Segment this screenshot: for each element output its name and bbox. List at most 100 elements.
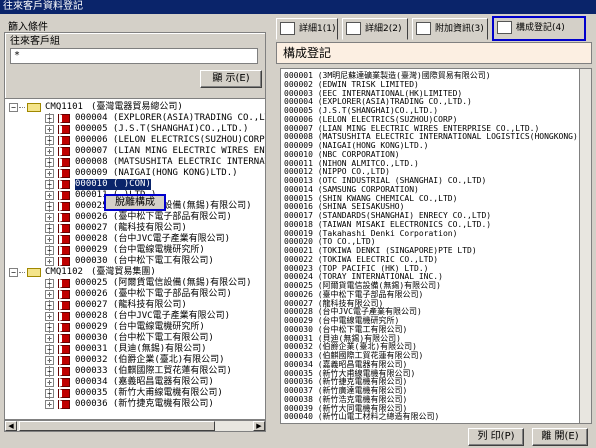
right-panel: 詳細1(1) 詳細2(2) 附加資訊(3) 構成登記(4) 構成登記 000001 (… [272, 14, 596, 448]
tree-item-label: 000004 (EXPLORER(ASIA)TRADING CO.,LTD.) [75, 113, 266, 123]
tree-item-row[interactable]: +000029 (台中電線電機研究所) [5, 245, 265, 256]
book-icon [59, 246, 70, 255]
tree-group-row[interactable]: − CMQ1101 (臺灣電器貿易總公司) [5, 102, 265, 113]
group-code: CMQ1102 [45, 267, 83, 277]
book-icon [59, 323, 70, 332]
tree-item-label: 000009 (NAIGAI(HONG KONG)LTD.) [75, 168, 238, 178]
memo-icon [416, 22, 431, 35]
tree-item-row[interactable]: +000030 (台中松下電工有限公司) [5, 333, 265, 344]
tree-group-row[interactable]: − CMQ1102 (臺灣貿易集團) [5, 267, 265, 278]
composition-vertical-scrollbar[interactable] [579, 69, 591, 423]
tab-1[interactable]: 詳細1(1) [276, 18, 338, 40]
tree-connector [19, 107, 25, 108]
tree-item-row[interactable]: +000029 (台中電線電機研究所) [5, 322, 265, 333]
book-icon [59, 158, 70, 167]
collapse-icon[interactable]: − [9, 103, 18, 112]
book-icon [59, 279, 70, 288]
book-icon [59, 290, 70, 299]
tree-item-label: 000030 (台中松下電工有限公司) [75, 256, 214, 266]
tree-item-label: 000026 (臺中松下電子部品有限公司) [75, 289, 232, 299]
group-name: (臺灣貿易集團) [91, 267, 156, 277]
tree-item-label: 000032 (伯爵企業(臺北)有限公司) [75, 355, 225, 365]
book-icon [59, 235, 70, 244]
show-button[interactable]: 顯 示(E) [200, 70, 262, 88]
tree-item-label: 000030 (台中松下電工有限公司) [75, 333, 214, 343]
book-icon [59, 147, 70, 156]
tree-item-label: 000027 (龍科技有限公司) [75, 300, 187, 310]
collapse-icon[interactable]: − [9, 268, 18, 277]
tab-4[interactable]: 構成登記(4) [492, 16, 586, 41]
tab-2[interactable]: 詳細2(2) [342, 18, 408, 40]
tree-item-row[interactable]: +000010 ( )CON) [5, 179, 265, 190]
tree-item-row[interactable]: +000028 (台中JVC電子產業有限公司) [5, 311, 265, 322]
customer-tree[interactable]: − CMQ1101 (臺灣電器貿易總公司) +000004 (EXPLORER(ASI… [4, 98, 266, 420]
tree-item-row[interactable]: +000005 (J.S.T(SHANGHAI)CO.,LTD.) [5, 124, 265, 135]
tree-item-row[interactable]: +000026 (臺中松下電子部品有限公司) [5, 212, 265, 223]
tree-item-row[interactable]: +000006 (LELON ELECTRICS(SUZHOU)CORP) [5, 135, 266, 146]
tree-item-row[interactable]: +000027 (龍科技有限公司) [5, 223, 265, 234]
book-icon [59, 213, 70, 222]
composition-list[interactable]: 000001 (3M明尼蘇達礦業製造(臺灣)國際貿易有限公司) 000002 (E… [280, 68, 592, 424]
book-icon [59, 257, 70, 266]
folder-icon [27, 268, 41, 277]
book-icon [59, 169, 70, 178]
tree-item-label: 000010 ( )CON) [75, 179, 151, 190]
tree-item-row[interactable]: +000030 (台中松下電工有限公司) [5, 256, 265, 267]
tree-item-row[interactable]: +000007 (LIAN MING ELECTRIC WIRES ENTERP… [5, 146, 265, 157]
tree-item-label: 000026 (臺中松下電子部品有限公司) [75, 212, 232, 222]
book-icon [59, 180, 70, 189]
tree-item-row[interactable]: +000004 (EXPLORER(ASIA)TRADING CO.,LTD.) [5, 113, 266, 124]
book-icon [59, 400, 70, 409]
tree-item-row[interactable]: +000008 (MATSUSHITA ELECTRIC INTERNATION [5, 157, 265, 168]
group-name: (臺灣電器貿易總公司) [91, 102, 183, 112]
tree-item-row[interactable]: +000036 (新竹捷克電機有限公司) [5, 399, 265, 410]
book-icon [59, 367, 70, 376]
tree-horizontal-scrollbar[interactable]: ◀ ▶ [4, 420, 266, 432]
tree-item-label: 000007 (LIAN MING ELECTRIC WIRES ENTERPR [75, 146, 265, 156]
book-icon [59, 345, 70, 354]
tree-item-label: 000031 (貝迪(無錫)有限公司) [75, 344, 207, 354]
tree-item-row[interactable]: +000032 (伯爵企業(臺北)有限公司) [5, 355, 265, 366]
tree-connector [49, 113, 50, 262]
tree-item-row[interactable]: +000034 (嘉義昭昌電器有限公司) [5, 377, 265, 388]
tree-connector [49, 278, 50, 405]
book-icon [59, 334, 70, 343]
close-button[interactable]: 離 開(E) [532, 428, 588, 446]
customer-group-label: 往來客戶組 [10, 36, 60, 47]
book-icon [59, 136, 70, 145]
tree-item-label: 000006 (LELON ELECTRICS(SUZHOU)CORP) [75, 135, 266, 145]
tree-item-label: 000029 (台中電線電機研究所) [75, 322, 205, 332]
tab-3[interactable]: 附加資訊(3) [412, 18, 488, 40]
book-icon [59, 301, 70, 310]
folder-icon [27, 103, 41, 112]
print-button[interactable]: 列 印(P) [468, 428, 524, 446]
scroll-thumb[interactable] [19, 421, 215, 431]
tree-item-label: 000034 (嘉義昭昌電器有限公司) [75, 377, 214, 387]
book-icon [59, 224, 70, 233]
scroll-right-arrow-icon[interactable]: ▶ [253, 421, 265, 431]
book-icon [59, 125, 70, 134]
customer-group-input[interactable]: * [10, 48, 258, 64]
window-title-bar: 往來客戶資料登記 [0, 0, 596, 14]
tree-item-row[interactable]: +000031 (貝迪(無錫)有限公司) [5, 344, 265, 355]
book-icon [59, 378, 70, 387]
scroll-left-arrow-icon[interactable]: ◀ [5, 421, 17, 431]
tree-item-row[interactable]: +000028 (台中JVC電子產業有限公司) [5, 234, 265, 245]
book-icon [280, 22, 295, 35]
tree-connector [19, 272, 25, 273]
context-menu-detach-item[interactable]: 脫離構成 [104, 194, 166, 211]
tree-item-label: 000025 (阿爾貨電信設備(無錫)有限公司) [75, 278, 252, 288]
tree-item-row[interactable]: +000027 (龍科技有限公司) [5, 300, 265, 311]
book-icon [59, 389, 70, 398]
tab-label: 詳細2(2) [365, 24, 402, 34]
book-icon [497, 21, 512, 34]
tree-item-row[interactable]: +000035 (新竹大甫線電機有限公司) [5, 388, 265, 399]
composition-row[interactable]: 000040 (新竹山電工材料之總造有限公司) [284, 412, 439, 422]
tree-item-label: 000029 (台中電線電機研究所) [75, 245, 205, 255]
tree-item-row[interactable]: +000033 (伯麒國際工貿花蓮有限公司) [5, 366, 265, 377]
tree-item-row[interactable]: +000009 (NAIGAI(HONG KONG)LTD.) [5, 168, 265, 179]
tab-label: 附加資訊(3) [435, 24, 484, 34]
book-icon [59, 114, 70, 123]
tree-item-row[interactable]: +000026 (臺中松下電子部品有限公司) [5, 289, 265, 300]
tree-item-row[interactable]: +000025 (阿爾貨電信設備(無錫)有限公司) [5, 278, 265, 289]
